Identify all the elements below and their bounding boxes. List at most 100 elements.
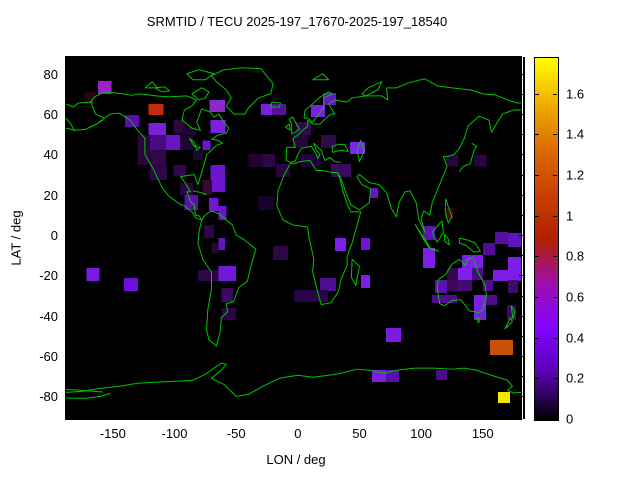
heatmap-cell (202, 180, 213, 196)
world-heatmap (66, 57, 521, 404)
heatmap-cell (474, 295, 487, 321)
heatmap-cell (197, 270, 219, 282)
colorbar-tick-mark (553, 378, 557, 380)
heatmap-cell (86, 268, 100, 282)
colorbar-tick-label: 0 (566, 411, 574, 427)
coastline-path (459, 143, 476, 171)
heatmap-cell (486, 295, 498, 306)
heatmap-cell (507, 280, 519, 294)
x-tick-label: -50 (226, 426, 246, 441)
heatmap-cell (148, 103, 164, 116)
coastline-path (477, 318, 481, 323)
right-axis-tick-mark (519, 134, 523, 136)
heatmap-cell (173, 165, 187, 177)
coastline-path (362, 82, 382, 96)
colorbar-tick-mark (553, 134, 557, 136)
heatmap-cell (331, 164, 351, 177)
right-axis-tick-mark (519, 335, 523, 337)
y-tick-label: 0 (50, 228, 58, 244)
heatmap-cell (483, 243, 496, 256)
right-axis-tick-mark (519, 174, 523, 176)
heatmap-cell (335, 238, 347, 252)
x-tick-label: 50 (352, 426, 367, 441)
coastline-path (285, 124, 290, 130)
heatmap-cell (248, 154, 263, 168)
colorbar-tick-label: 0.2 (566, 370, 585, 386)
gnuplot-heatmap-window: SRMTID / TECU 2025-197_17670-2025-197_18… (0, 0, 640, 480)
heatmap-cell (474, 154, 487, 167)
coastline-path (459, 238, 480, 252)
coastline-path (277, 160, 361, 304)
heatmap-cell (180, 135, 194, 150)
y-tick-label: 80 (43, 66, 58, 82)
heatmap-cell (211, 243, 219, 254)
heatmap-cell (221, 308, 237, 321)
colorbar-tick-label: 1.6 (566, 86, 585, 102)
colorbar-tick-mark (535, 93, 539, 95)
right-axis-tick-mark (519, 73, 523, 75)
right-axis-tick-mark (519, 154, 523, 156)
coastline-path (155, 87, 170, 92)
colorbar-tick-mark (535, 417, 539, 418)
heatmap-cell (148, 123, 166, 136)
colorbar-tick-mark (553, 174, 557, 176)
heatmap-cell (276, 164, 291, 177)
heatmap-cell (320, 278, 337, 292)
colorbar-tick-mark (553, 417, 557, 418)
heatmap-cell (370, 188, 378, 199)
right-axis-tick-mark (519, 315, 523, 317)
colorbar-tick-mark (553, 93, 557, 95)
y-tick-label: -80 (39, 389, 58, 405)
coastline-path (66, 363, 521, 396)
colorbar-tick-mark (535, 256, 539, 258)
y-tick-label: -60 (39, 349, 58, 365)
colorbar-tick-label: 1 (566, 208, 574, 224)
right-axis-tick-mark (519, 255, 523, 257)
heatmap-cell (149, 135, 166, 150)
colorbar-tick-mark (553, 337, 557, 339)
heatmap-cell (273, 246, 288, 261)
coastline-path (351, 259, 359, 285)
y-tick-label: -40 (39, 308, 58, 324)
coastline-path (145, 82, 157, 88)
coastline-path (192, 88, 209, 100)
heatmap-cell (165, 135, 181, 150)
heatmap-cell (423, 247, 436, 269)
colorbar-tick-mark (535, 215, 539, 217)
heatmap-cell (271, 103, 287, 116)
heatmap-cell (436, 369, 448, 381)
colorbar-tick-mark (535, 174, 539, 176)
heatmap-cell (125, 115, 139, 128)
heatmap-cell (209, 99, 226, 113)
x-tick-label: 100 (410, 426, 432, 441)
heatmap-cell (458, 280, 473, 292)
right-axis-tick-mark (519, 275, 523, 277)
right-axis-tick-mark (519, 295, 523, 297)
heatmap-cell (221, 288, 234, 303)
heatmap-cell (295, 122, 312, 136)
x-axis-label: LON / deg (266, 452, 326, 467)
colorbar-tick-mark (535, 378, 539, 380)
heatmap-cell (193, 149, 203, 161)
x-tick-label: 150 (471, 426, 494, 441)
colorbar-tick-label: 0.6 (566, 289, 585, 305)
heatmap-cell (149, 149, 166, 166)
right-axis-tick-mark (519, 214, 523, 216)
heatmap-cell (458, 268, 473, 282)
heatmap-cell (361, 275, 371, 289)
y-tick-label: 20 (43, 187, 58, 203)
x-tick-label: -150 (99, 426, 126, 441)
colorbar-tick-mark (553, 215, 557, 217)
plot-right-border-line (523, 57, 525, 419)
heatmap-cell (258, 196, 274, 211)
heatmap-cell (386, 328, 402, 343)
coastline-path (337, 110, 521, 232)
right-axis-tick-mark (519, 194, 523, 196)
y-tick-label: 60 (43, 107, 58, 123)
right-axis-tick-mark (519, 376, 523, 378)
heatmap-cell (218, 206, 227, 221)
right-axis-tick-mark (519, 396, 523, 398)
right-axis-tick-mark (519, 114, 523, 116)
heatmap-cell (483, 280, 494, 292)
heatmap-cell (204, 224, 214, 239)
